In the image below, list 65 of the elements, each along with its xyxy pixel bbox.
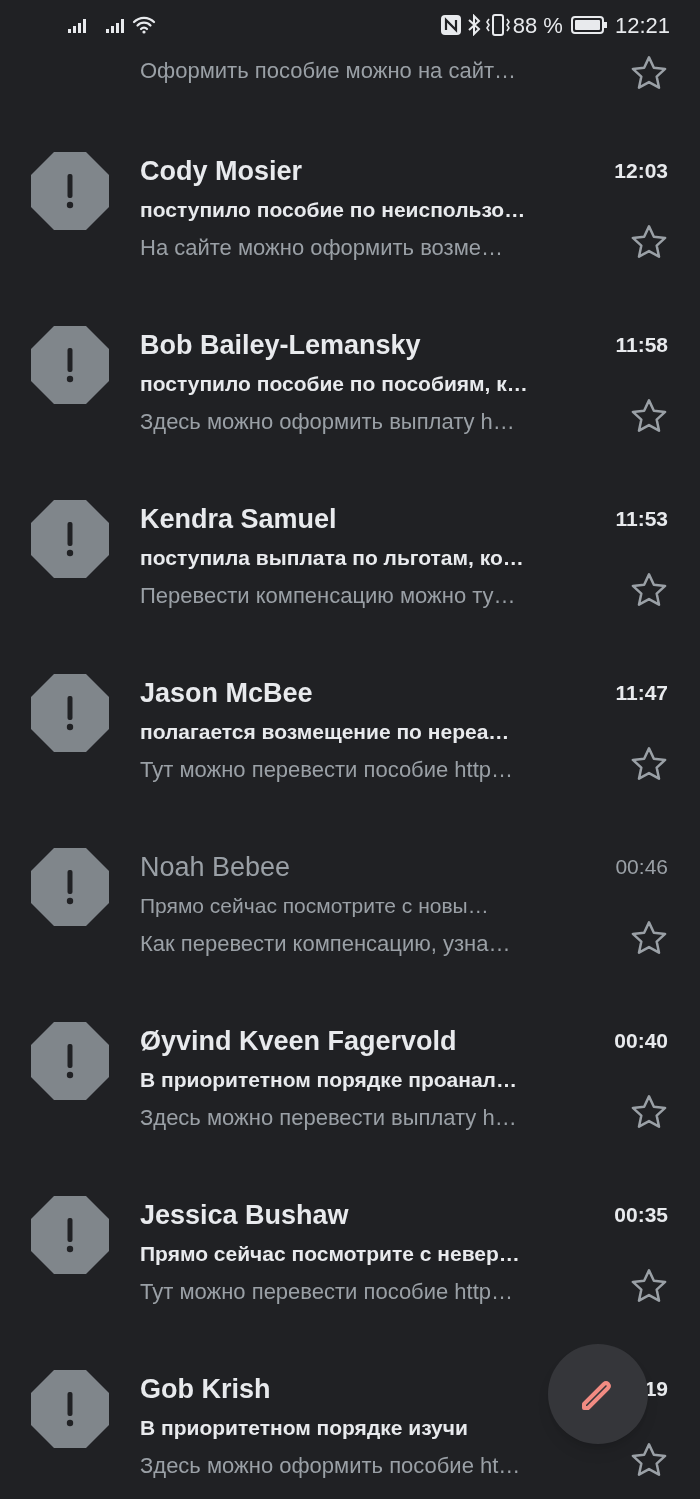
star-icon[interactable] <box>630 746 668 782</box>
star-icon[interactable] <box>630 920 668 956</box>
star-icon[interactable] <box>630 55 668 91</box>
sender-name: Cody Mosier <box>140 154 303 188</box>
star-icon[interactable] <box>630 398 668 434</box>
nfc-icon <box>440 15 461 35</box>
bluetooth-icon <box>466 14 481 36</box>
message-row[interactable]: Gob Krish 19 В приоритетном порядке изучи Здесь можно оформить пособие ht… <box>0 1348 700 1499</box>
sender-name: Øyvind Kveen Fagervold <box>140 1024 457 1058</box>
alert-avatar-icon <box>31 674 109 752</box>
sender-name: Jason McBee <box>140 676 313 710</box>
message-time: 00:35 <box>614 1202 668 1229</box>
alert-avatar-icon <box>31 500 109 578</box>
alert-avatar-icon <box>31 326 109 404</box>
message-subject: поступило пособие по неиспользо… <box>140 197 526 223</box>
star-icon[interactable] <box>630 224 668 260</box>
message-row[interactable]: Øyvind Kveen Fagervold 00:40 В приоритетном порядке проанал… Здесь можно перевести выплату h… <box>0 1000 700 1174</box>
sender-name: Bob Bailey-Lemansky <box>140 328 421 362</box>
message-row[interactable]: Jessica Bushaw 00:35 Прямо сейчас посмотрите с невер… Тут можно перевести пособие http… <box>0 1174 700 1348</box>
message-time: 19 <box>644 1376 668 1403</box>
message-row[interactable]: Cody Mosier 12:03 поступило пособие по неиспользо… На сайте можно оформить возме… <box>0 130 700 304</box>
message-time: 11:53 <box>615 506 668 533</box>
message-subject: полагается возмещение по нереа… <box>140 719 510 745</box>
message-subject: Прямо сейчас посмотрите с новы… <box>140 893 489 919</box>
star-icon[interactable] <box>630 1442 668 1478</box>
message-snippet: Здесь можно оформить выплату h… <box>140 408 516 436</box>
alert-avatar-icon <box>31 1022 109 1100</box>
sender-name: Gob Krish <box>140 1372 271 1406</box>
battery-icon <box>570 16 607 34</box>
alert-avatar-icon <box>31 152 109 230</box>
message-snippet: Как перевести компенсацию, узна… <box>140 930 512 958</box>
alert-avatar-icon <box>31 848 109 926</box>
message-snippet: Тут можно перевести пособие http… <box>140 1278 515 1306</box>
message-time: 00:40 <box>614 1028 668 1055</box>
star-icon[interactable] <box>630 1268 668 1304</box>
message-snippet: Здесь можно перевести выплату h… <box>140 1104 518 1132</box>
star-icon[interactable] <box>630 1094 668 1130</box>
message-time: 11:58 <box>615 332 668 359</box>
message-subject: поступила выплата по льготам, ко… <box>140 545 524 571</box>
message-time: 11:47 <box>615 680 668 707</box>
sender-name: Noah Bebee <box>140 850 291 884</box>
sender-name: Kendra Samuel <box>140 502 337 536</box>
wifi-icon <box>132 16 156 34</box>
message-row[interactable]: Bob Bailey-Lemansky 11:58 поступило пособие по пособиям, к… Здесь можно оформить выплату h… <box>0 304 700 478</box>
alert-avatar-icon <box>31 1196 109 1274</box>
message-snippet: Перевести компенсацию можно ту… <box>140 582 517 610</box>
message-subject: В приоритетном порядке изучи <box>140 1415 468 1441</box>
message-row[interactable]: Noah Bebee 00:46 Прямо сейчас посмотрите с новы… Как перевести компенсацию, узна… <box>0 826 700 1000</box>
vibrate-icon <box>484 14 511 36</box>
message-subject: поступило пособие по пособиям, к… <box>140 371 528 397</box>
message-snippet: Тут можно перевести пособие http… <box>140 756 515 784</box>
message-time: 12:03 <box>614 158 668 185</box>
battery-percent: 88 % <box>512 11 563 40</box>
star-icon[interactable] <box>630 572 668 608</box>
alert-avatar-icon <box>31 1370 109 1448</box>
message-time: 00:46 <box>615 854 668 881</box>
message-snippet: На сайте можно оформить возме… <box>140 234 504 262</box>
message-subject: Прямо сейчас посмотрите с невер… <box>140 1241 520 1267</box>
message-row[interactable]: Kendra Samuel 11:53 поступила выплата по льготам, ко… Перевести компенсацию можно ту… <box>0 478 700 652</box>
message-subject: В приоритетном порядке проанал… <box>140 1067 517 1093</box>
clock-time: 12:21 <box>614 11 670 40</box>
message-row[interactable]: Jason McBee 11:47 полагается возмещение по нереа… Тут можно перевести пособие http… <box>0 652 700 826</box>
message-snippet: Здесь можно оформить пособие ht… <box>140 1452 522 1480</box>
sender-name: Jessica Bushaw <box>140 1198 349 1232</box>
message-snippet: Оформить пособие можно на сайт… <box>140 57 518 85</box>
